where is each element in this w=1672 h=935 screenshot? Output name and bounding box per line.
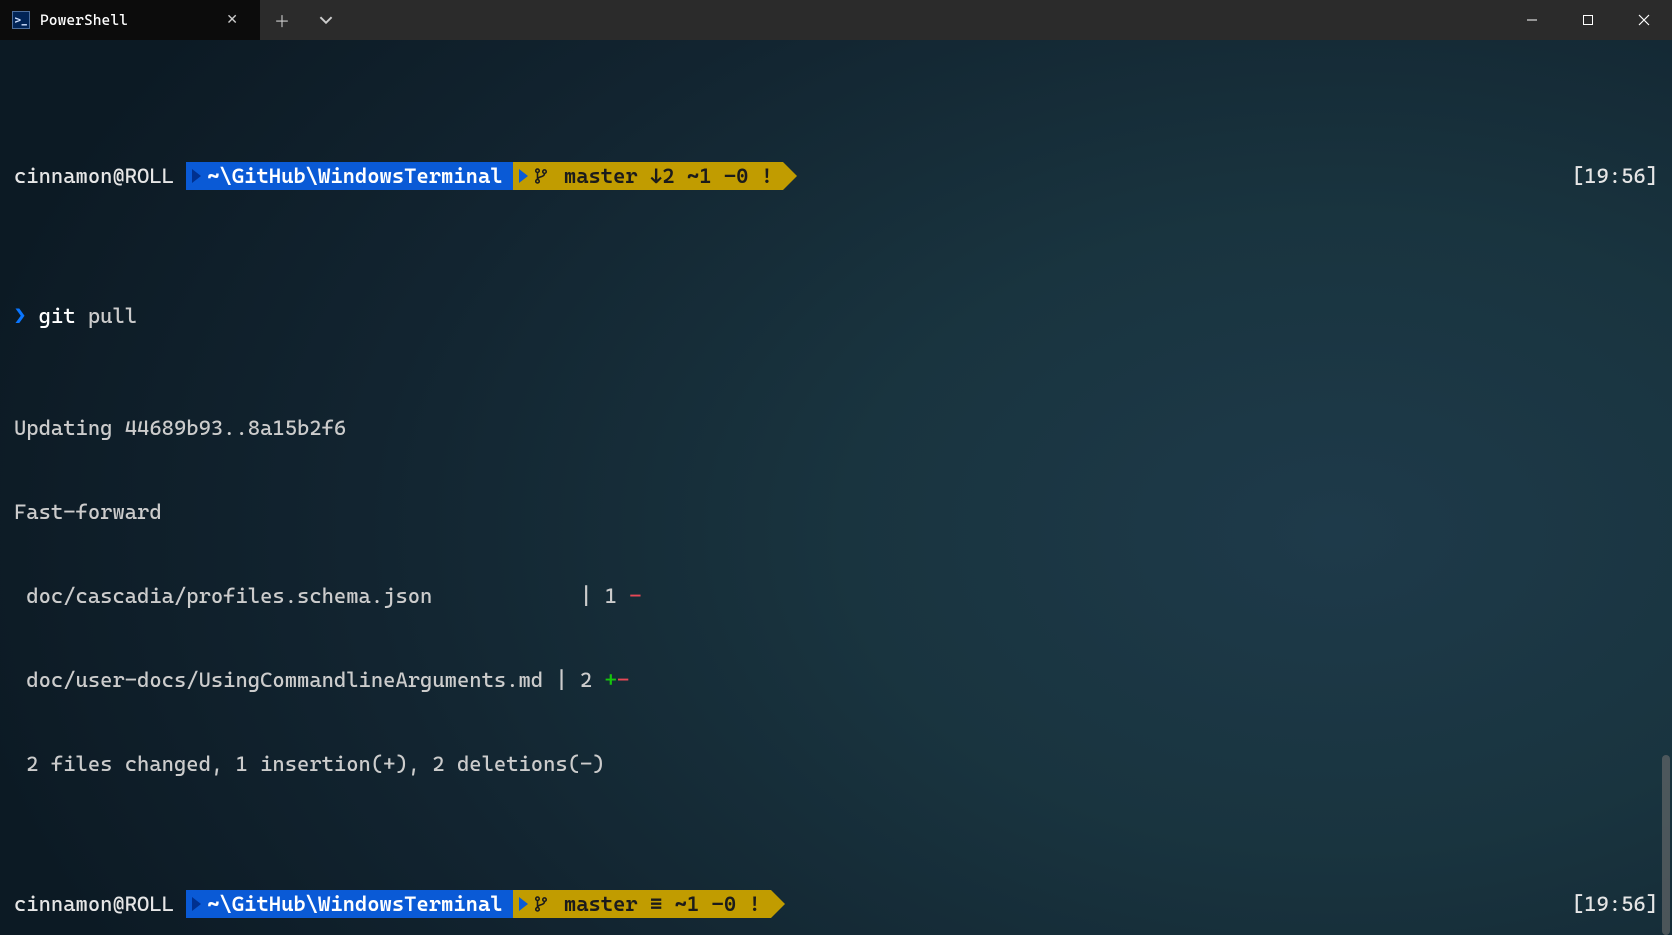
powerline-chain: ~\GitHub\WindowsTerminal master ↓2 ~1 -0… [186, 162, 801, 190]
path-text: ~\GitHub\WindowsTerminal [207, 162, 502, 190]
titlebar: >_ PowerShell ✕ ＋ [0, 0, 1672, 40]
diff-minus: - [629, 582, 641, 610]
chevron-right-icon [192, 169, 201, 183]
command-keyword: git [26, 302, 75, 330]
diff-plus: + [605, 666, 617, 694]
window-controls [1504, 0, 1672, 40]
close-icon [1638, 14, 1650, 26]
new-tab-button[interactable]: ＋ [260, 0, 304, 40]
chevron-right-icon [519, 897, 528, 911]
timestamp: [19:56] [1572, 162, 1658, 190]
path-segment: ~\GitHub\WindowsTerminal [186, 162, 512, 190]
maximize-button[interactable] [1560, 0, 1616, 40]
user-host: cinnamon@ROLL [14, 890, 186, 918]
minimize-button[interactable] [1504, 0, 1560, 40]
git-branch-icon [534, 895, 548, 913]
timestamp: [19:56] [1572, 890, 1658, 918]
prompt-line: cinnamon@ROLL ~\GitHub\WindowsTerminal m… [14, 890, 1658, 918]
scrollbar-thumb[interactable] [1662, 755, 1670, 935]
diff-minus: - [617, 666, 629, 694]
minimize-icon [1526, 14, 1538, 26]
chevron-down-icon [319, 13, 333, 27]
git-status-text: master ≡ ~1 -0 ! [552, 890, 761, 918]
scrollbar[interactable] [1656, 40, 1672, 935]
chevron-right-icon [192, 897, 201, 911]
path-segment: ~\GitHub\WindowsTerminal [186, 890, 512, 918]
prompt-caret: ❯ [14, 302, 26, 330]
powerline-chain: ~\GitHub\WindowsTerminal master ≡ ~1 -0 … [186, 890, 789, 918]
close-window-button[interactable] [1616, 0, 1672, 40]
output-line: 2 files changed, 1 insertion(+), 2 delet… [14, 750, 1658, 778]
command-args: pull [76, 302, 138, 330]
terminal-surface[interactable]: cinnamon@ROLL ~\GitHub\WindowsTerminal m… [0, 40, 1672, 935]
git-status-text: master ↓2 ~1 -0 ! [552, 162, 773, 190]
git-status-segment: master ↓2 ~1 -0 ! [513, 162, 783, 190]
output-line: doc/cascadia/profiles.schema.json | 1 - [14, 582, 1658, 610]
titlebar-drag-area[interactable] [348, 0, 1504, 40]
path-text: ~\GitHub\WindowsTerminal [207, 890, 502, 918]
tab-dropdown-button[interactable] [304, 0, 348, 40]
command-line: ❯ git pull [14, 302, 1658, 330]
tab-close-button[interactable]: ✕ [220, 10, 244, 30]
output-line: Updating 44689b93..8a15b2f6 [14, 414, 1658, 442]
git-status-segment: master ≡ ~1 -0 ! [513, 890, 771, 918]
tab-label: PowerShell [40, 11, 128, 29]
prompt-line: cinnamon@ROLL ~\GitHub\WindowsTerminal m… [14, 162, 1658, 190]
chevron-right-icon [519, 169, 528, 183]
output-line: doc/user-docs/UsingCommandlineArguments.… [14, 666, 1658, 694]
tab-powershell[interactable]: >_ PowerShell ✕ [0, 0, 260, 40]
git-branch-icon [534, 167, 548, 185]
maximize-icon [1582, 14, 1594, 26]
powershell-icon: >_ [12, 11, 30, 29]
output-line: Fast-forward [14, 498, 1658, 526]
user-host: cinnamon@ROLL [14, 162, 186, 190]
